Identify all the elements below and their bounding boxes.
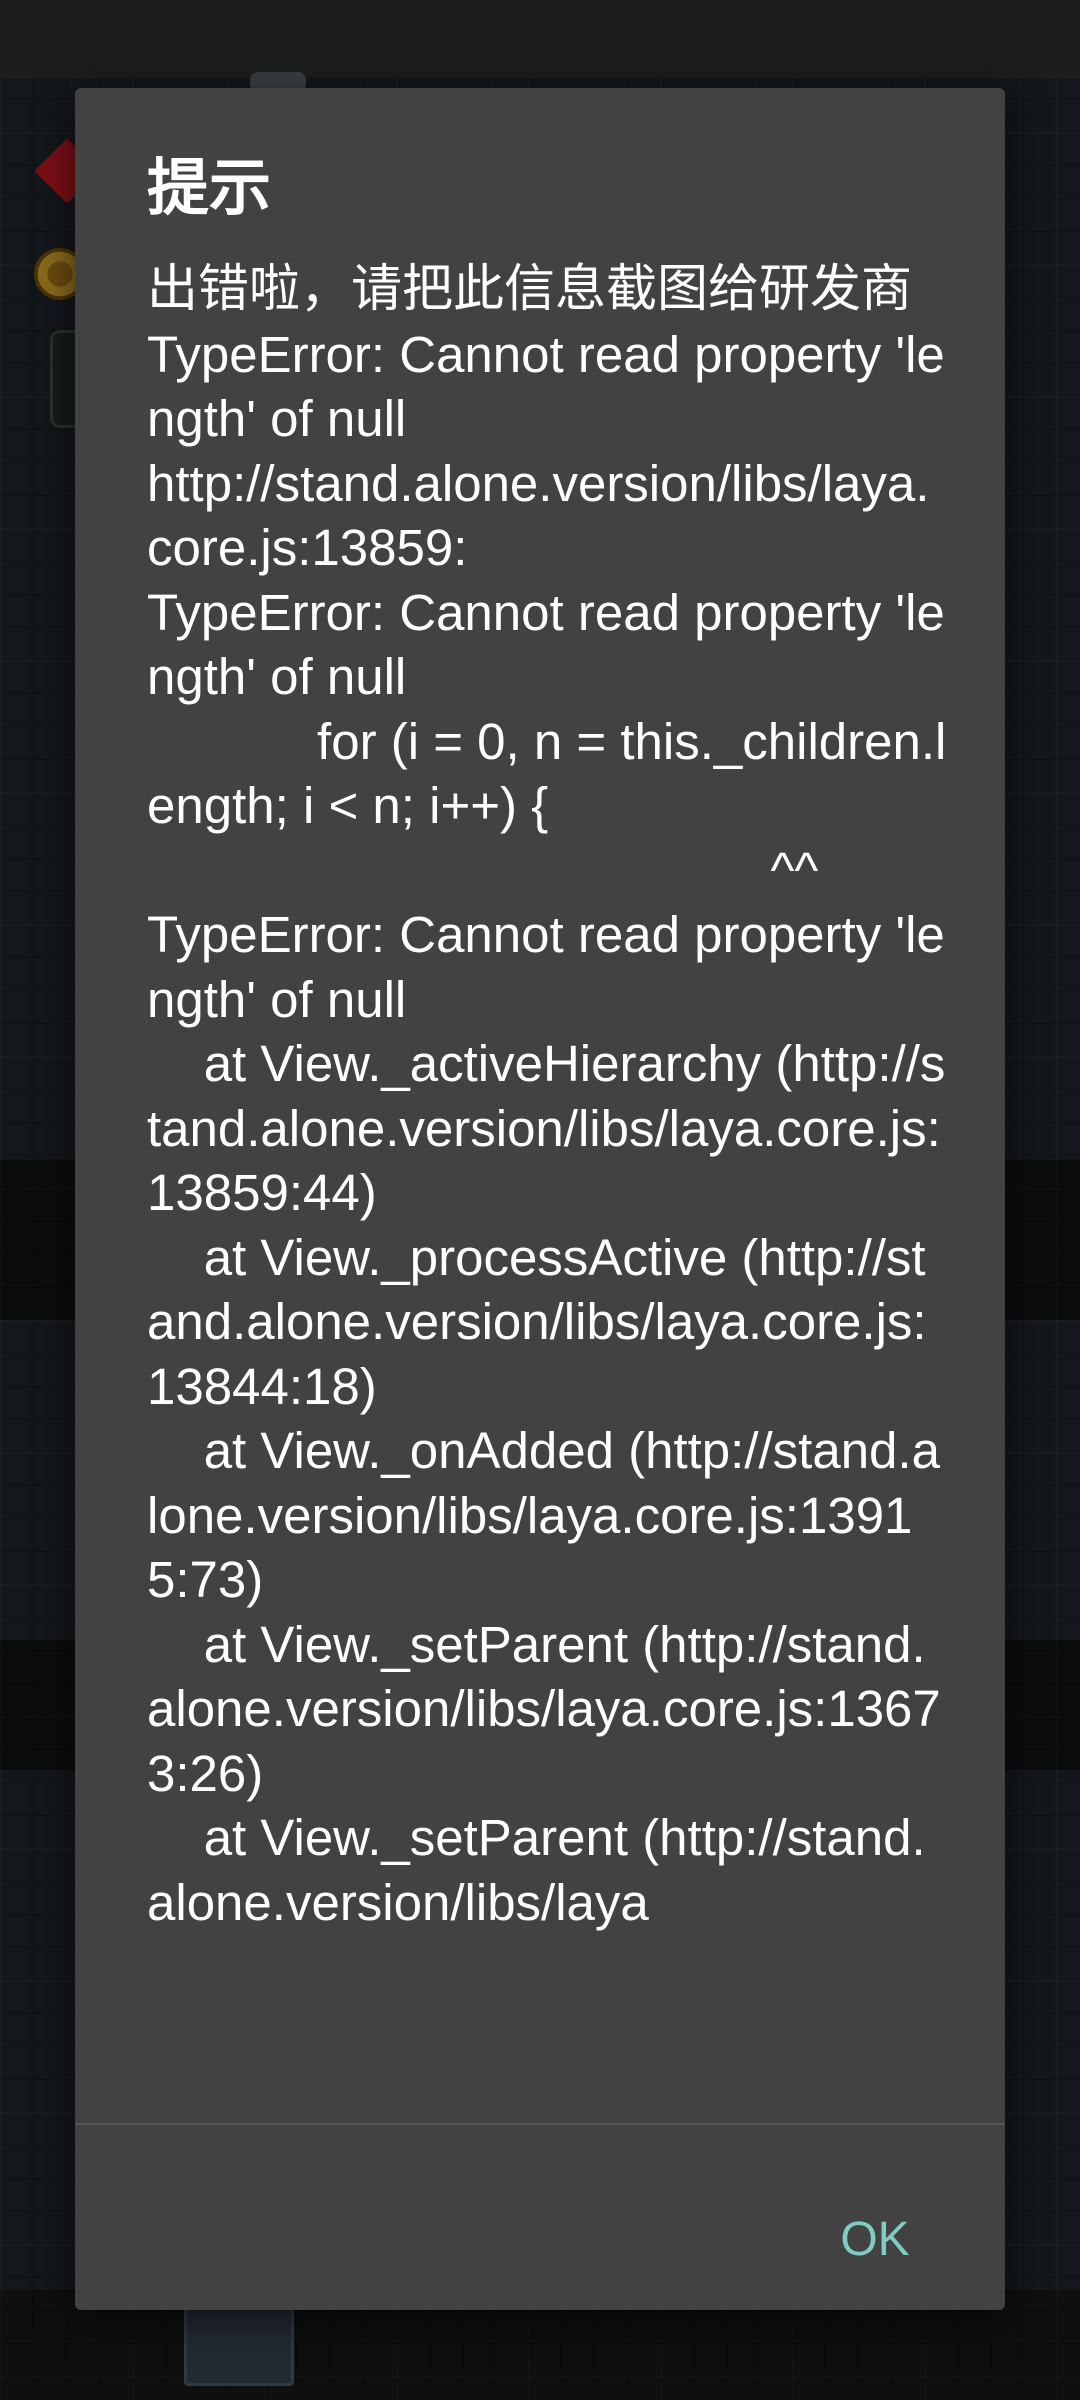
dialog-divider [75,2123,1005,2125]
dialog-message-scroll[interactable]: 出错啦，请把此信息截图给研发商 TypeError: Cannot read p… [147,258,947,2203]
ok-button[interactable]: OK [810,2195,940,2285]
error-alert-dialog: 提示 出错啦，请把此信息截图给研发商 TypeError: Cannot rea… [75,88,1005,2310]
error-stack-trace: TypeError: Cannot read property 'length'… [147,325,947,1931]
status-bar-area [0,0,1080,78]
dialog-title: 提示 [147,151,272,224]
error-message-heading: 出错啦，请把此信息截图给研发商 [147,260,913,319]
